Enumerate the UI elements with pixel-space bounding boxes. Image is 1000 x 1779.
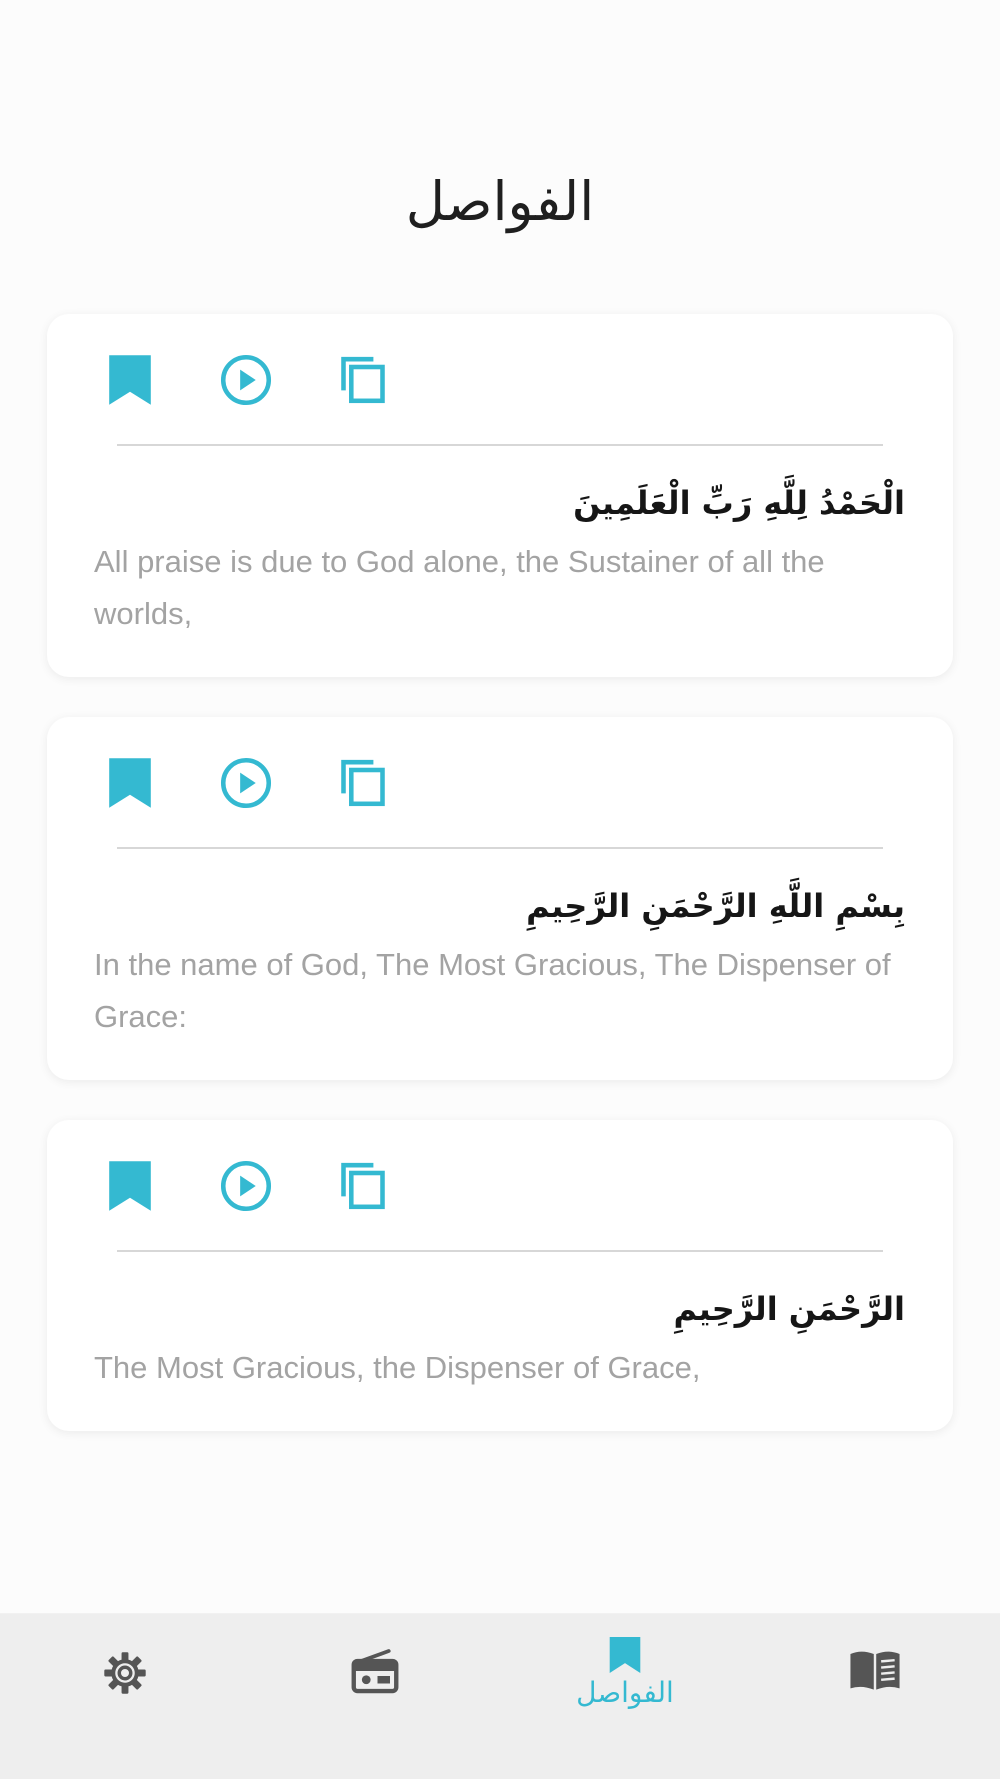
nav-item-reader[interactable] — [750, 1614, 1000, 1779]
card-toolbar — [47, 314, 953, 446]
bookmark-card: بِسْمِ اللَّهِ الرَّحْمَنِ الرَّحِيمِ In… — [47, 717, 953, 1080]
nav-item-settings[interactable] — [0, 1614, 250, 1779]
verse-arabic: بِسْمِ اللَّهِ الرَّحْمَنِ الرَّحِيمِ — [526, 887, 905, 925]
book-icon — [848, 1647, 902, 1693]
nav-item-bookmarks[interactable]: الفواصل — [500, 1614, 750, 1779]
verse-translation: The Most Gracious, the Dispenser of Grac… — [94, 1350, 701, 1385]
play-circle-icon[interactable] — [220, 354, 272, 406]
copy-icon[interactable] — [337, 1160, 389, 1212]
verse-arabic: الْحَمْدُ لِلَّهِ رَبِّ الْعَلَمِينَ — [573, 484, 905, 522]
card-toolbar — [47, 717, 953, 849]
bookmark-card: الْحَمْدُ لِلَّهِ رَبِّ الْعَلَمِينَ All… — [47, 314, 953, 677]
copy-icon[interactable] — [337, 757, 389, 809]
play-circle-icon[interactable] — [220, 1160, 272, 1212]
radio-icon — [350, 1646, 400, 1696]
card-divider — [117, 444, 883, 446]
card-divider — [117, 1250, 883, 1252]
bookmark-icon[interactable] — [104, 354, 156, 406]
card-divider — [117, 847, 883, 849]
card-toolbar — [47, 1120, 953, 1252]
bookmark-icon[interactable] — [104, 757, 156, 809]
bottom-navigation-bar: الفواصل — [0, 1613, 1000, 1779]
play-circle-icon[interactable] — [220, 757, 272, 809]
verse-translation: All praise is due to God alone, the Sust… — [94, 544, 825, 631]
verse-translation: In the name of God, The Most Gracious, T… — [94, 947, 891, 1034]
page-title: الفواصل — [405, 170, 595, 233]
bookmark-icon — [607, 1636, 643, 1674]
nav-item-label: الفواصل — [576, 1676, 674, 1709]
bookmark-icon[interactable] — [104, 1160, 156, 1212]
verse-arabic: الرَّحْمَنِ الرَّحِيمِ — [673, 1290, 905, 1328]
copy-icon[interactable] — [337, 354, 389, 406]
nav-item-radio[interactable] — [250, 1614, 500, 1779]
bookmark-card: الرَّحْمَنِ الرَّحِيمِ The Most Gracious… — [47, 1120, 953, 1431]
gear-icon — [102, 1650, 148, 1696]
